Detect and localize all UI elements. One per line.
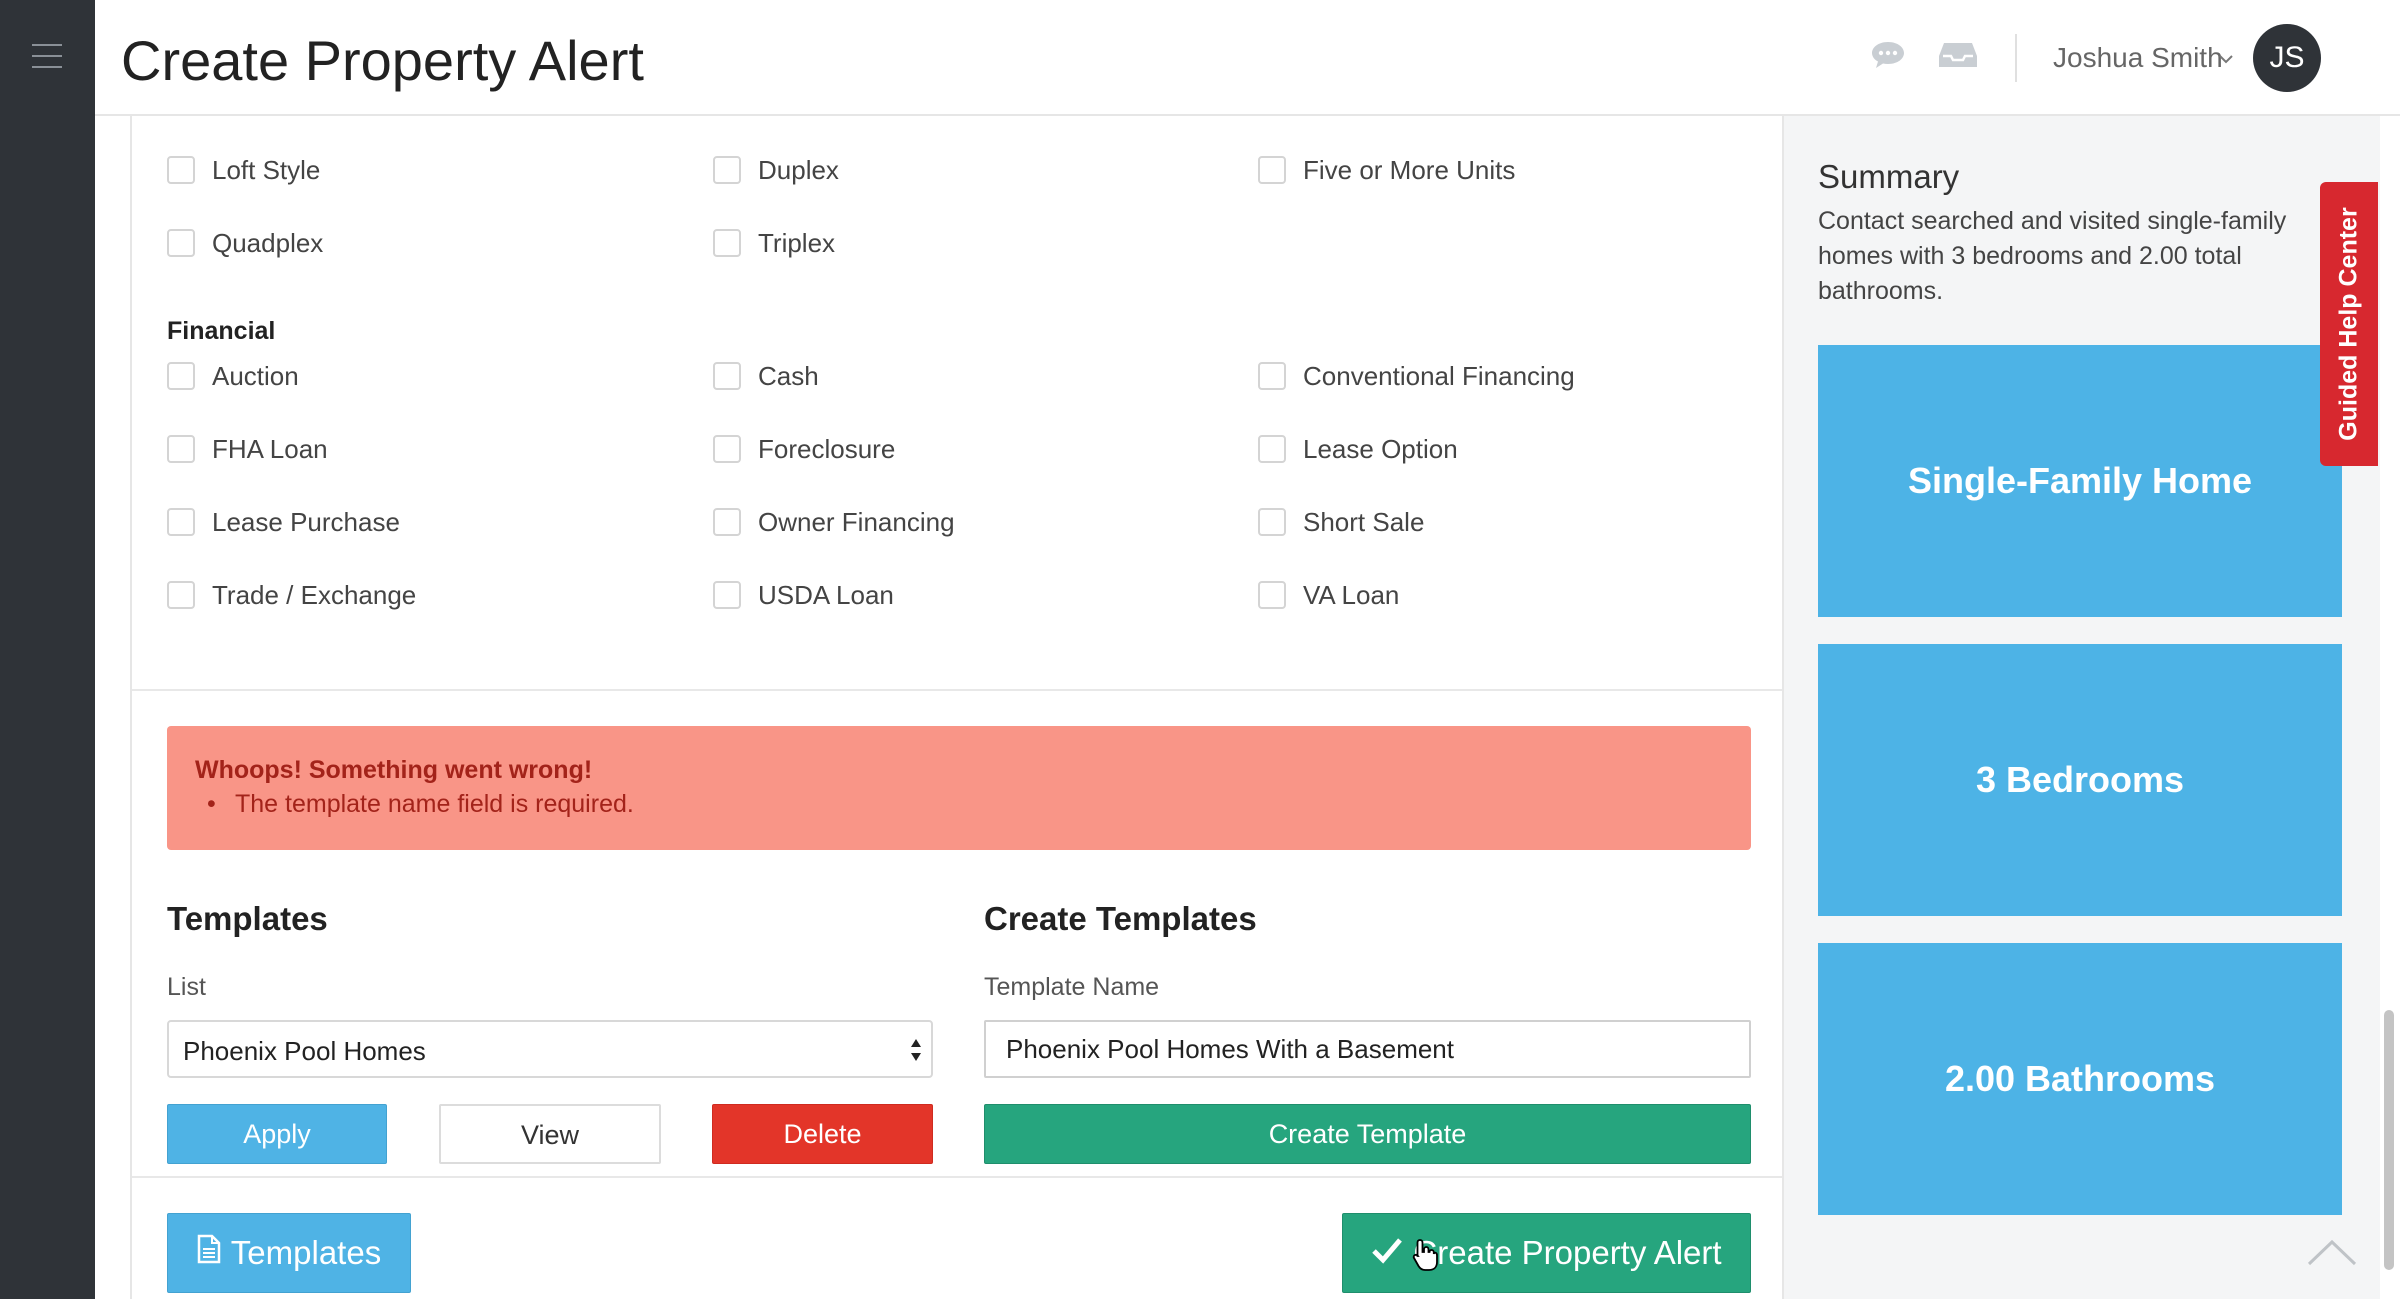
topbar-divider [2015, 34, 2017, 82]
summary-text: Contact searched and visited single-fami… [1818, 207, 2287, 305]
template-name-input[interactable] [984, 1020, 1751, 1078]
template-list-selected-value: Phoenix Pool Homes [183, 1036, 426, 1066]
checkbox-label: Triplex [758, 228, 836, 258]
checkbox[interactable] [713, 229, 741, 257]
checkbox-label: FHA Loan [212, 434, 328, 464]
checkbox[interactable] [713, 156, 741, 184]
create-property-alert-label: Create Property Alert [1413, 1234, 1722, 1271]
template-list-select[interactable]: Phoenix Pool Homes [167, 1020, 933, 1078]
checkbox-label: Lease Option [1303, 434, 1458, 464]
list-label: List [167, 973, 206, 1001]
templates-button-label: Templates [230, 1234, 382, 1271]
checkbox-label: VA Loan [1303, 580, 1400, 610]
main-content: Loft Style Duplex Five or More Units Qua… [130, 116, 1784, 1299]
create-templates-heading: Create Templates [984, 900, 1257, 937]
checkbox-label: Foreclosure [758, 434, 896, 464]
chevron-down-icon[interactable] [2218, 52, 2234, 70]
checkbox[interactable] [1258, 156, 1286, 184]
checkbox-label: Five or More Units [1303, 155, 1516, 185]
checkbox[interactable] [713, 581, 741, 609]
checkbox[interactable] [1258, 435, 1286, 463]
scrollbar[interactable] [2384, 1010, 2394, 1270]
error-alert-title: Whoops! Something went wrong! [195, 756, 593, 784]
checkbox[interactable] [1258, 508, 1286, 536]
check-icon [1371, 1214, 1403, 1292]
guided-help-center-tab[interactable]: Guided Help Center [2320, 182, 2378, 466]
checkbox-label: Quadplex [212, 228, 324, 258]
checkbox-label: USDA Loan [758, 580, 894, 610]
checkbox[interactable] [713, 435, 741, 463]
checkbox-label: Trade / Exchange [212, 580, 417, 610]
top-bar: Create Property Alert Joshua Smith JS [95, 0, 2400, 116]
checkbox[interactable] [167, 156, 195, 184]
checkbox-label: Owner Financing [758, 507, 955, 537]
section-divider [132, 689, 1782, 691]
template-name-label: Template Name [984, 973, 1160, 1001]
summary-tile-property-type: Single-Family Home [1818, 345, 2342, 617]
checkbox[interactable] [167, 362, 195, 390]
avatar[interactable]: JS [2253, 24, 2321, 92]
checkbox-label: Duplex [758, 155, 839, 185]
page-title: Create Property Alert [121, 29, 644, 92]
guided-help-center-label: Guided Help Center [2334, 207, 2363, 441]
error-alert: Whoops! Something went wrong! • The temp… [167, 726, 1751, 850]
document-icon [197, 1214, 221, 1292]
checkbox[interactable] [1258, 581, 1286, 609]
select-arrows-icon [909, 1036, 923, 1069]
create-property-alert-button[interactable]: Create Property Alert [1342, 1213, 1751, 1293]
checkbox-label: Loft Style [212, 155, 321, 185]
checkbox[interactable] [167, 435, 195, 463]
summary-title: Summary [1818, 158, 1960, 195]
checkbox[interactable] [1258, 362, 1286, 390]
checkbox-label: Cash [758, 361, 819, 391]
view-button[interactable]: View [439, 1104, 661, 1164]
summary-tile-bathrooms: 2.00 Bathrooms [1818, 943, 2342, 1215]
hand-cursor-icon [1412, 1238, 1438, 1277]
summary-panel: Summary Contact searched and visited sin… [1784, 116, 2380, 1299]
checkbox[interactable] [167, 508, 195, 536]
chat-icon[interactable] [1870, 40, 1906, 75]
error-bullet: • [207, 790, 216, 818]
financial-heading: Financial [167, 317, 276, 345]
checkbox-label: Auction [212, 361, 299, 391]
create-template-button[interactable]: Create Template [984, 1104, 1751, 1164]
checkbox-label: Short Sale [1303, 507, 1425, 537]
checkbox-label: Conventional Financing [1303, 361, 1575, 391]
user-menu-name[interactable]: Joshua Smith [2053, 42, 2223, 74]
templates-button[interactable]: Templates [167, 1213, 411, 1293]
error-alert-message: The template name field is required. [235, 790, 634, 818]
chevron-up-icon[interactable] [2305, 1238, 2359, 1273]
left-sidebar [0, 0, 95, 1299]
checkbox[interactable] [713, 508, 741, 536]
templates-heading: Templates [167, 900, 328, 937]
checkbox[interactable] [713, 362, 741, 390]
checkbox-label: Lease Purchase [212, 507, 400, 537]
hamburger-icon[interactable] [32, 44, 62, 68]
section-divider [132, 1176, 1782, 1178]
checkbox[interactable] [167, 229, 195, 257]
delete-button[interactable]: Delete [712, 1104, 933, 1164]
apply-button[interactable]: Apply [167, 1104, 387, 1164]
checkbox[interactable] [167, 581, 195, 609]
inbox-icon[interactable] [1938, 40, 1978, 75]
summary-tile-bedrooms: 3 Bedrooms [1818, 644, 2342, 916]
